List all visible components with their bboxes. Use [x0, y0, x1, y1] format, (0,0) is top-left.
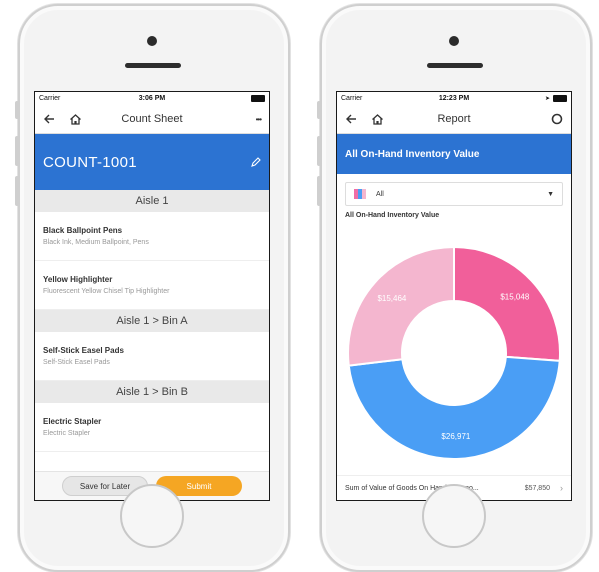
palette-icon — [354, 189, 366, 199]
count-id-title: COUNT-1001 — [43, 153, 137, 171]
donut-slice[interactable] — [347, 246, 455, 367]
volume-down-button — [317, 176, 321, 206]
item-description: Electric Stapler — [43, 430, 91, 437]
item-description: Self-Stick Easel Pads — [43, 359, 110, 366]
left-phone: Carrier 3:06 PM Count Sheet ••• COUNT-10… — [15, 4, 290, 572]
donut-slice[interactable] — [347, 355, 561, 460]
edit-pencil-icon[interactable] — [250, 156, 261, 168]
more-options-icon[interactable]: ••• — [256, 115, 262, 124]
volume-up-button — [317, 136, 321, 166]
section-header-bin-a: Aisle 1 > Bin A — [35, 310, 269, 332]
mute-switch — [15, 101, 19, 119]
item-name: Self-Stick Easel Pads — [43, 346, 124, 355]
count-header: COUNT-1001 — [35, 134, 269, 190]
status-time: 12:23 PM — [438, 95, 470, 102]
item-description: Black Ink, Medium Ballpoint, Pens — [43, 239, 149, 246]
front-camera — [449, 36, 459, 46]
status-bar: Carrier 12:23 PM ➤ — [337, 92, 571, 105]
refresh-circle-icon[interactable] — [551, 113, 563, 125]
filter-dropdown[interactable]: All ▼ — [345, 182, 563, 206]
volume-down-button — [15, 176, 19, 206]
chevron-right-icon: › — [560, 483, 563, 493]
home-button[interactable] — [120, 484, 184, 548]
home-icon[interactable] — [69, 113, 82, 126]
section-header-aisle-1: Aisle 1 — [35, 190, 269, 212]
donut-chart: $15,048 $26,971 $15,464 — [347, 246, 561, 460]
list-item-yellow-highlighter[interactable]: Yellow Highlighter Fluorescent Yellow Ch… — [35, 261, 269, 310]
item-name: Yellow Highlighter — [43, 275, 113, 284]
dropdown-caret-icon: ▼ — [547, 190, 554, 198]
chart-title: All On-Hand Inventory Value — [345, 212, 440, 219]
item-name: Electric Stapler — [43, 417, 102, 426]
list-item-black-ballpoint-pens[interactable]: Black Ballpoint Pens Black Ink, Medium B… — [35, 212, 269, 261]
report-screen: Carrier 12:23 PM ➤ Report All On-Hand In… — [336, 91, 572, 501]
slice-value-label: $15,464 — [377, 294, 406, 303]
home-icon[interactable] — [371, 113, 384, 126]
back-arrow-icon[interactable] — [345, 113, 357, 125]
back-arrow-icon[interactable] — [43, 113, 55, 125]
donut-slice[interactable] — [453, 246, 561, 362]
nav-bar: Count Sheet ••• — [35, 105, 269, 134]
nav-bar: Report — [337, 105, 571, 134]
report-header: All On-Hand Inventory Value — [337, 134, 571, 174]
count-sheet-screen: Carrier 3:06 PM Count Sheet ••• COUNT-10… — [34, 91, 270, 501]
section-header-bin-b: Aisle 1 > Bin B — [35, 381, 269, 403]
right-phone: Carrier 12:23 PM ➤ Report All On-Hand In… — [317, 4, 592, 572]
list-item-easel-pads[interactable]: Self-Stick Easel Pads Self-Stick Easel P… — [35, 332, 269, 381]
earpiece-speaker — [125, 63, 181, 68]
status-time: 3:06 PM — [138, 95, 166, 102]
item-name: Black Ballpoint Pens — [43, 226, 123, 235]
slice-value-label: $26,971 — [441, 432, 470, 441]
list-item-electric-stapler[interactable]: Electric Stapler Electric Stapler — [35, 403, 269, 452]
earpiece-speaker — [427, 63, 483, 68]
slice-value-label: $15,048 — [500, 293, 529, 302]
mute-switch — [317, 101, 321, 119]
filter-value: All — [376, 190, 384, 198]
report-title: All On-Hand Inventory Value — [345, 148, 480, 160]
sum-value: $57,850 — [524, 484, 550, 492]
status-bar: Carrier 3:06 PM — [35, 92, 269, 105]
home-button[interactable] — [422, 484, 486, 548]
front-camera — [147, 36, 157, 46]
volume-up-button — [15, 136, 19, 166]
donut-chart-container: $15,048 $26,971 $15,464 — [337, 246, 571, 460]
item-description: Fluorescent Yellow Chisel Tip Highlighte… — [43, 288, 170, 295]
